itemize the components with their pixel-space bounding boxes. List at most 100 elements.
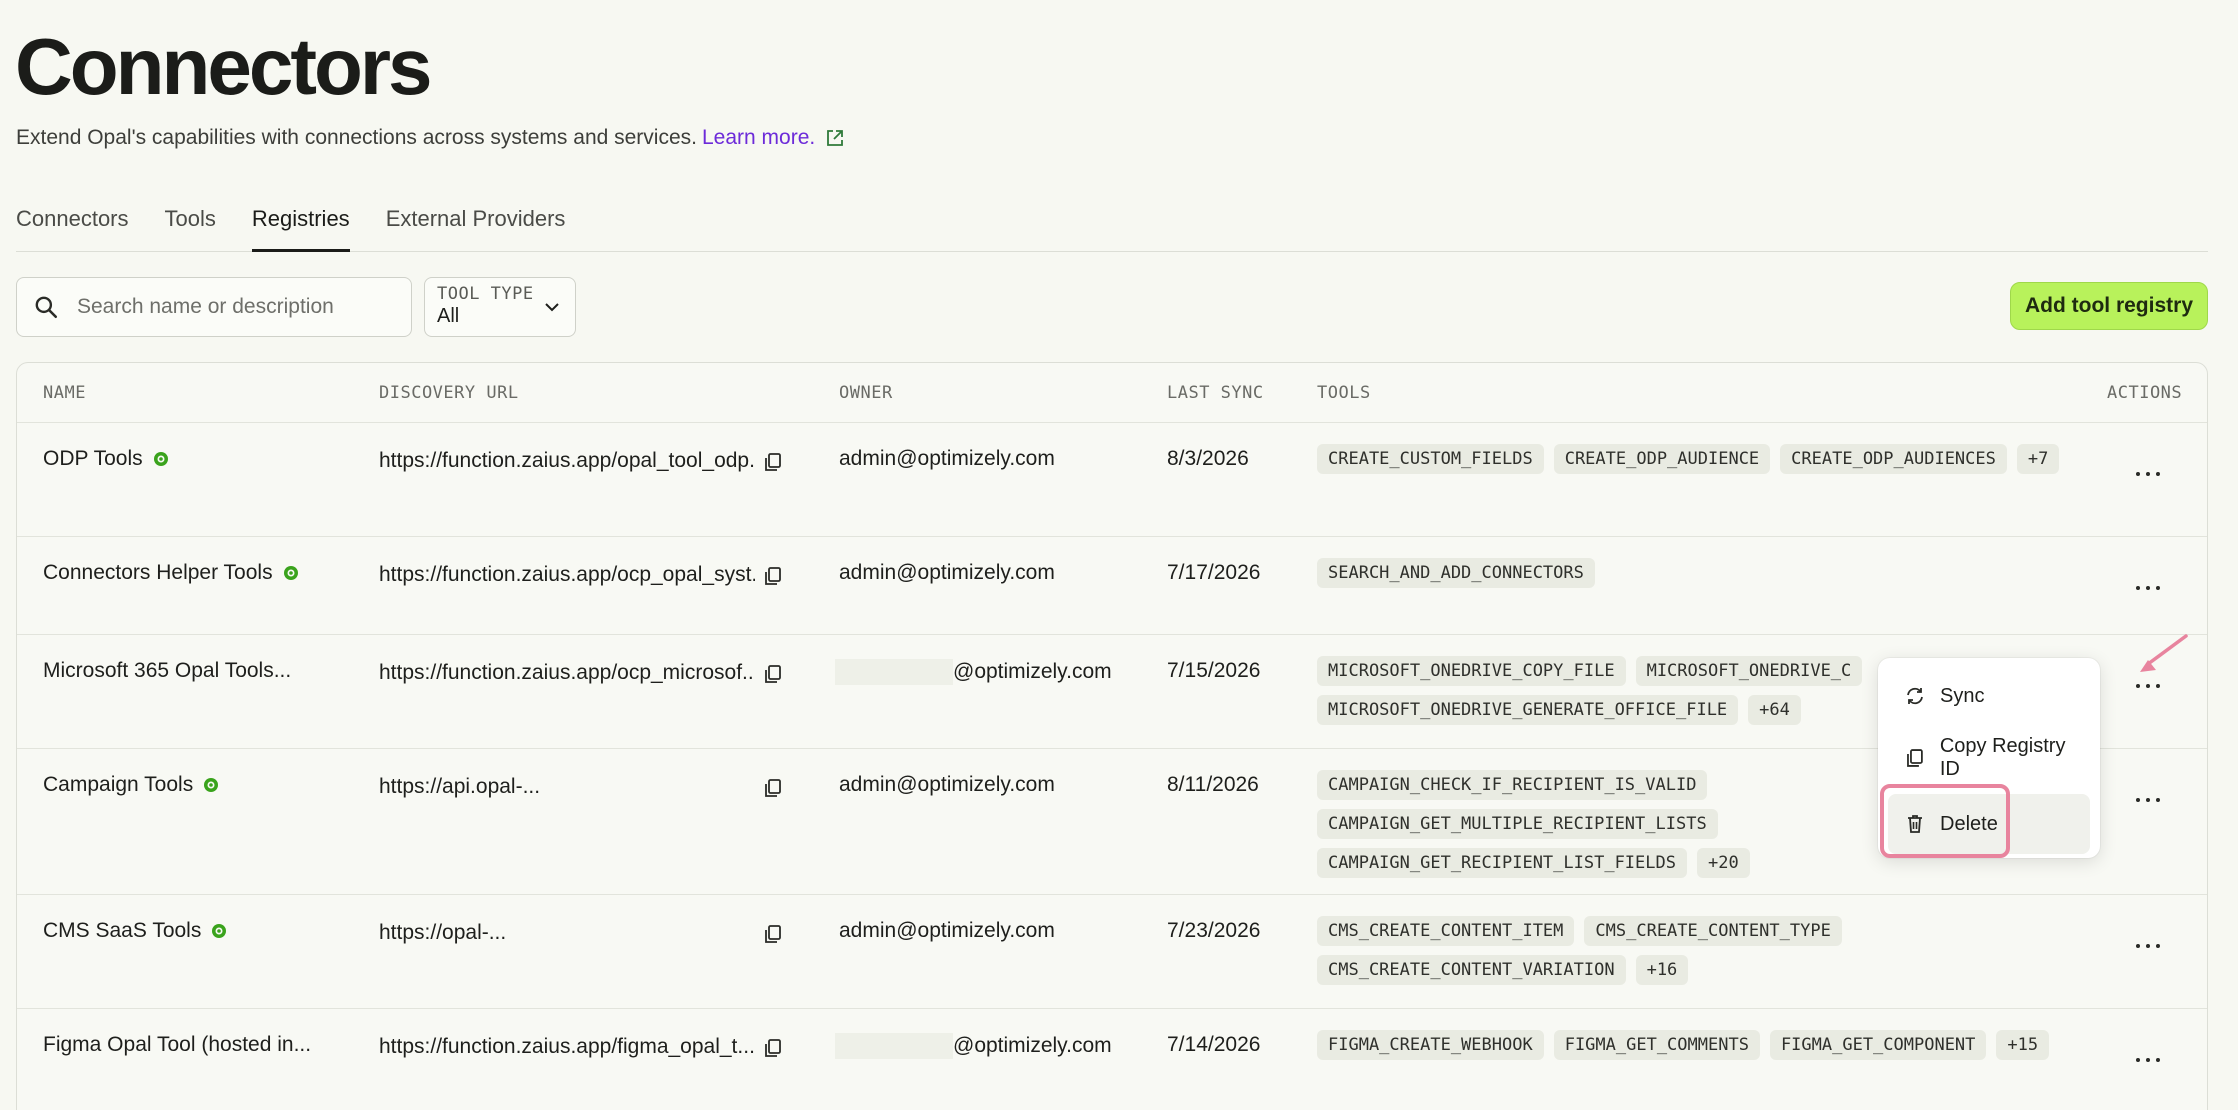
- owner: admin@optimizely.com: [839, 561, 1055, 584]
- table-header: NAME DISCOVERY URL OWNER LAST SYNC TOOLS…: [17, 363, 2207, 423]
- registry-name: CMS SaaS Tools: [43, 919, 227, 943]
- search-icon: [35, 296, 58, 319]
- tool-chip: CMS_CREATE_CONTENT_TYPE: [1584, 916, 1842, 946]
- tool-chip: CAMPAIGN_GET_MULTIPLE_RECIPIENT_LISTS: [1317, 809, 1718, 839]
- more-tools-chip[interactable]: +15: [1996, 1030, 2050, 1060]
- copy-icon[interactable]: [762, 565, 784, 587]
- registry-name-text: Microsoft 365 Opal Tools...: [43, 659, 292, 682]
- owner: admin@optimizely.com: [839, 773, 1055, 796]
- discovery-url: https://function.zaius.app/opal_tool_odp…: [379, 449, 759, 473]
- more-actions-icon[interactable]: [2133, 785, 2163, 815]
- tool-chip: CREATE_ODP_AUDIENCE: [1553, 444, 1771, 474]
- column-header-name[interactable]: NAME: [43, 383, 86, 403]
- tab-external-providers[interactable]: External Providers: [386, 196, 566, 252]
- verified-badge-icon: [203, 777, 219, 793]
- menu-item-copy-registry-id[interactable]: Copy Registry ID: [1888, 732, 2090, 784]
- registry-name-text: CMS SaaS Tools: [43, 919, 202, 942]
- connectors-page: Connectors Extend Opal's capabilities wi…: [0, 0, 2238, 1110]
- last-sync: 7/17/2026: [1167, 561, 1261, 584]
- registry-name: Microsoft 365 Opal Tools...: [43, 659, 291, 683]
- tool-type-filter[interactable]: TOOL TYPE All: [424, 277, 576, 337]
- discovery-url: https://function.zaius.app/ocp_opal_syst…: [379, 563, 759, 587]
- registry-name-text: Campaign Tools: [43, 773, 194, 796]
- redacted-block: [835, 659, 953, 685]
- add-tool-registry-button[interactable]: Add tool registry: [2010, 282, 2208, 330]
- owner: admin@optimizely.com: [839, 447, 1055, 470]
- learn-more-link[interactable]: Learn more.: [702, 124, 815, 152]
- last-sync: 8/3/2026: [1167, 447, 1249, 470]
- column-header-last-sync[interactable]: LAST SYNC: [1167, 383, 1264, 403]
- sync-icon: [1907, 687, 1923, 705]
- tool-chip: FIGMA_GET_COMPONENT: [1769, 1030, 1987, 1060]
- tool-chip: MICROSOFT_ONEDRIVE_GENERATE_OFFICE_FILE: [1317, 695, 1739, 725]
- copy-icon[interactable]: [762, 451, 784, 473]
- table-row[interactable]: ODP Tools https://function.zaius.app/opa…: [17, 422, 2207, 536]
- more-tools-chip[interactable]: +20: [1697, 848, 1750, 878]
- owner: @optimizely.com: [835, 659, 1112, 685]
- owner: admin@optimizely.com: [839, 919, 1055, 942]
- owner-text: @optimizely.com: [953, 660, 1112, 683]
- tool-chips: SEARCH_AND_ADD_CONNECTORS: [1317, 558, 2077, 588]
- menu-item-label: Copy Registry ID: [1939, 735, 2066, 780]
- registry-name-text: ODP Tools: [43, 447, 143, 470]
- tool-chip: FIGMA_GET_COMMENTS: [1553, 1030, 1760, 1060]
- tool-chips: CMS_CREATE_CONTENT_ITEM CMS_CREATE_CONTE…: [1317, 916, 1937, 985]
- copy-icon[interactable]: [762, 663, 784, 685]
- tool-chip: SEARCH_AND_ADD_CONNECTORS: [1317, 558, 1595, 588]
- tab-registries[interactable]: Registries: [251, 196, 350, 252]
- tool-chip: CREATE_CUSTOM_FIELDS: [1317, 444, 1544, 474]
- more-actions-icon[interactable]: [2133, 931, 2163, 961]
- tool-chip: CMS_CREATE_CONTENT_VARIATION: [1317, 955, 1626, 985]
- table-row[interactable]: Figma Opal Tool (hosted in... https://fu…: [17, 1008, 2207, 1110]
- last-sync: 7/23/2026: [1167, 919, 1261, 942]
- tool-chip: MICROSOFT_ONEDRIVE_C: [1635, 656, 1863, 686]
- search-box[interactable]: [16, 277, 412, 337]
- chevron-down-icon: [545, 303, 559, 312]
- discovery-url-text: https://api.opal-...: [379, 775, 541, 798]
- menu-item-delete[interactable]: Delete: [1888, 794, 2090, 854]
- tool-chips: FIGMA_CREATE_WEBHOOK FIGMA_GET_COMMENTS …: [1317, 1030, 2077, 1060]
- tool-chip: CMS_CREATE_CONTENT_ITEM: [1317, 916, 1575, 946]
- table-row[interactable]: Connectors Helper Tools https://function…: [17, 536, 2207, 634]
- external-link-icon[interactable]: [825, 128, 845, 148]
- verified-badge-icon: [211, 923, 227, 939]
- tab-connectors[interactable]: Connectors: [16, 196, 129, 252]
- registry-name: Figma Opal Tool (hosted in...: [43, 1033, 311, 1057]
- registry-name-text: Connectors Helper Tools: [43, 561, 273, 584]
- tab-tools[interactable]: Tools: [165, 196, 216, 252]
- search-input[interactable]: [77, 295, 377, 319]
- copy-icon[interactable]: [762, 923, 784, 945]
- discovery-url-text: https://function.zaius.app/ocp_opal_syst…: [379, 563, 755, 586]
- menu-item-sync[interactable]: Sync: [1888, 670, 2090, 722]
- tab-bar: Connectors Tools Registries External Pro…: [16, 196, 2208, 252]
- tool-chip: CAMPAIGN_GET_RECIPIENT_LIST_FIELDS: [1317, 848, 1687, 878]
- tool-chip: FIGMA_CREATE_WEBHOOK: [1317, 1030, 1544, 1060]
- copy-icon[interactable]: [762, 777, 784, 799]
- tool-chip: CAMPAIGN_CHECK_IF_RECIPIENT_IS_VALID: [1317, 770, 1708, 800]
- column-header-owner[interactable]: OWNER: [839, 383, 893, 403]
- pointer-arrow-icon: [2140, 634, 2188, 672]
- menu-item-label: Sync: [1940, 684, 1985, 707]
- verified-badge-icon: [283, 565, 299, 581]
- registry-name-text: Figma Opal Tool (hosted in...: [43, 1033, 312, 1056]
- table-row[interactable]: CMS SaaS Tools https://opal-... admin@op…: [17, 894, 2207, 1008]
- more-actions-icon[interactable]: [2133, 573, 2163, 603]
- column-header-actions: ACTIONS: [2107, 383, 2183, 403]
- discovery-url: https://opal-...: [379, 921, 759, 945]
- more-actions-icon[interactable]: [2133, 1045, 2163, 1075]
- registry-name: Connectors Helper Tools: [43, 561, 299, 585]
- column-header-url[interactable]: DISCOVERY URL: [379, 383, 519, 403]
- more-tools-chip[interactable]: +7: [2016, 444, 2060, 474]
- page-subtitle: Extend Opal's capabilities with connecti…: [16, 124, 845, 152]
- more-tools-chip[interactable]: +64: [1748, 695, 1801, 725]
- row-actions-menu: Sync Copy Registry ID Delete: [1878, 658, 2100, 858]
- subtitle-text: Extend Opal's capabilities with connecti…: [16, 126, 697, 149]
- redacted-block: [835, 1033, 953, 1059]
- copy-icon[interactable]: [762, 1037, 784, 1059]
- last-sync: 7/15/2026: [1167, 659, 1261, 682]
- trash-icon: [1908, 815, 1922, 833]
- discovery-url: https://function.zaius.app/ocp_microsof.…: [379, 661, 759, 685]
- more-actions-icon[interactable]: [2133, 459, 2163, 489]
- last-sync: 7/14/2026: [1167, 1033, 1261, 1056]
- more-tools-chip[interactable]: +16: [1635, 955, 1689, 985]
